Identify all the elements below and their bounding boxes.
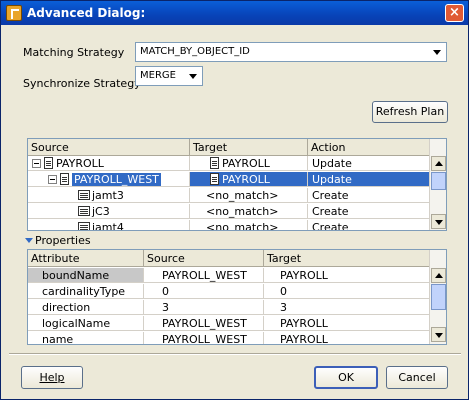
attribute-cell: direction	[28, 300, 144, 315]
column-icon	[78, 222, 90, 230]
properties-table: Attribute Source Target boundName PAYROL…	[27, 249, 447, 345]
chevron-down-icon[interactable]	[430, 45, 444, 59]
source-value-cell: PAYROLL_WEST	[144, 268, 264, 283]
matching-strategy-select[interactable]: MATCH_BY_OBJECT_ID	[135, 42, 447, 62]
separator	[9, 353, 461, 355]
action-cell: Create	[308, 204, 430, 219]
help-button[interactable]: Help	[21, 366, 83, 389]
source-value-cell: 3	[144, 300, 264, 315]
attribute-cell: boundName	[28, 268, 144, 283]
source-cell: PAYROLL_WEST	[72, 173, 161, 186]
mapping-icon	[210, 157, 219, 169]
matching-strategy-label: Matching Strategy	[23, 46, 125, 59]
target-cell: <no_match>	[190, 220, 308, 230]
target-value-cell: PAYROLL	[264, 316, 430, 331]
scroll-up-icon[interactable]	[431, 268, 446, 283]
expand-triangle-icon	[25, 238, 33, 243]
attribute-cell: logicalName	[28, 316, 144, 331]
scroll-down-icon[interactable]	[431, 327, 446, 342]
mapping-icon	[210, 173, 219, 185]
scroll-up-icon[interactable]	[431, 156, 446, 171]
title-bar[interactable]: Advanced Dialog: ×	[1, 1, 468, 25]
source-value-cell: 0	[144, 284, 264, 299]
synchronize-strategy-value: MERGE	[140, 70, 176, 81]
properties-label: Properties	[35, 234, 91, 247]
refresh-plan-button[interactable]: Refresh Plan	[372, 101, 448, 123]
source-value-cell: PAYROLL_WEST	[144, 316, 264, 331]
column-header-source[interactable]: Source	[28, 139, 190, 156]
collapse-icon[interactable]	[48, 175, 57, 184]
action-cell: Create	[308, 188, 430, 203]
ok-button[interactable]: OK	[314, 366, 378, 389]
plan-table-scrollbar[interactable]	[429, 139, 446, 230]
app-icon	[6, 5, 22, 21]
synchronize-strategy-select[interactable]: MERGE	[135, 66, 203, 86]
properties-toggle[interactable]: Properties	[25, 234, 91, 247]
target-value-cell: PAYROLL	[264, 332, 430, 344]
target-value-cell: PAYROLL	[264, 268, 430, 283]
scroll-thumb[interactable]	[431, 172, 446, 190]
attribute-cell: cardinalityType	[28, 284, 144, 299]
target-cell: <no_match>	[190, 188, 308, 203]
source-value-cell: PAYROLL_WEST	[144, 332, 264, 344]
column-header-action[interactable]: Action	[308, 139, 430, 156]
column-header-source[interactable]: Source	[144, 250, 264, 267]
window-title: Advanced Dialog:	[27, 6, 146, 20]
synchronize-strategy-label: Synchronize Strategy	[23, 77, 141, 90]
matching-strategy-value: MATCH_BY_OBJECT_ID	[140, 46, 250, 57]
action-cell: Update	[308, 156, 430, 171]
cancel-button[interactable]: Cancel	[386, 366, 448, 389]
target-cell: PAYROLL	[222, 157, 270, 170]
plan-table-header: Source Target Action	[28, 139, 430, 156]
column-header-attribute[interactable]: Attribute	[28, 250, 144, 267]
column-header-target[interactable]: Target	[190, 139, 308, 156]
source-cell: PAYROLL	[56, 157, 104, 170]
column-icon	[78, 206, 90, 216]
attribute-cell: name	[28, 332, 144, 344]
plan-table: Source Target Action PAYROLL PAYROLL Upd…	[27, 138, 447, 231]
properties-table-header: Attribute Source Target	[28, 250, 430, 267]
column-header-target[interactable]: Target	[264, 250, 430, 267]
properties-table-scrollbar[interactable]	[429, 250, 446, 344]
source-cell: jC3	[92, 205, 110, 218]
scroll-down-icon[interactable]	[431, 214, 446, 229]
advanced-dialog-window: Advanced Dialog: × Matching Strategy MAT…	[0, 0, 469, 400]
target-cell: PAYROLL	[222, 173, 270, 186]
target-value-cell: 3	[264, 300, 430, 315]
action-cell: Update	[308, 172, 430, 187]
chevron-down-icon[interactable]	[186, 69, 200, 83]
scroll-thumb[interactable]	[431, 284, 446, 310]
target-value-cell: 0	[264, 284, 430, 299]
collapse-icon[interactable]	[32, 159, 41, 168]
column-icon	[78, 190, 90, 200]
mapping-icon	[44, 157, 53, 169]
source-cell: jamt4	[92, 221, 124, 231]
source-cell: jamt3	[92, 189, 124, 202]
close-icon[interactable]: ×	[445, 4, 464, 22]
mapping-icon	[60, 173, 69, 185]
action-cell: Create	[308, 220, 430, 230]
target-cell: <no_match>	[190, 204, 308, 219]
